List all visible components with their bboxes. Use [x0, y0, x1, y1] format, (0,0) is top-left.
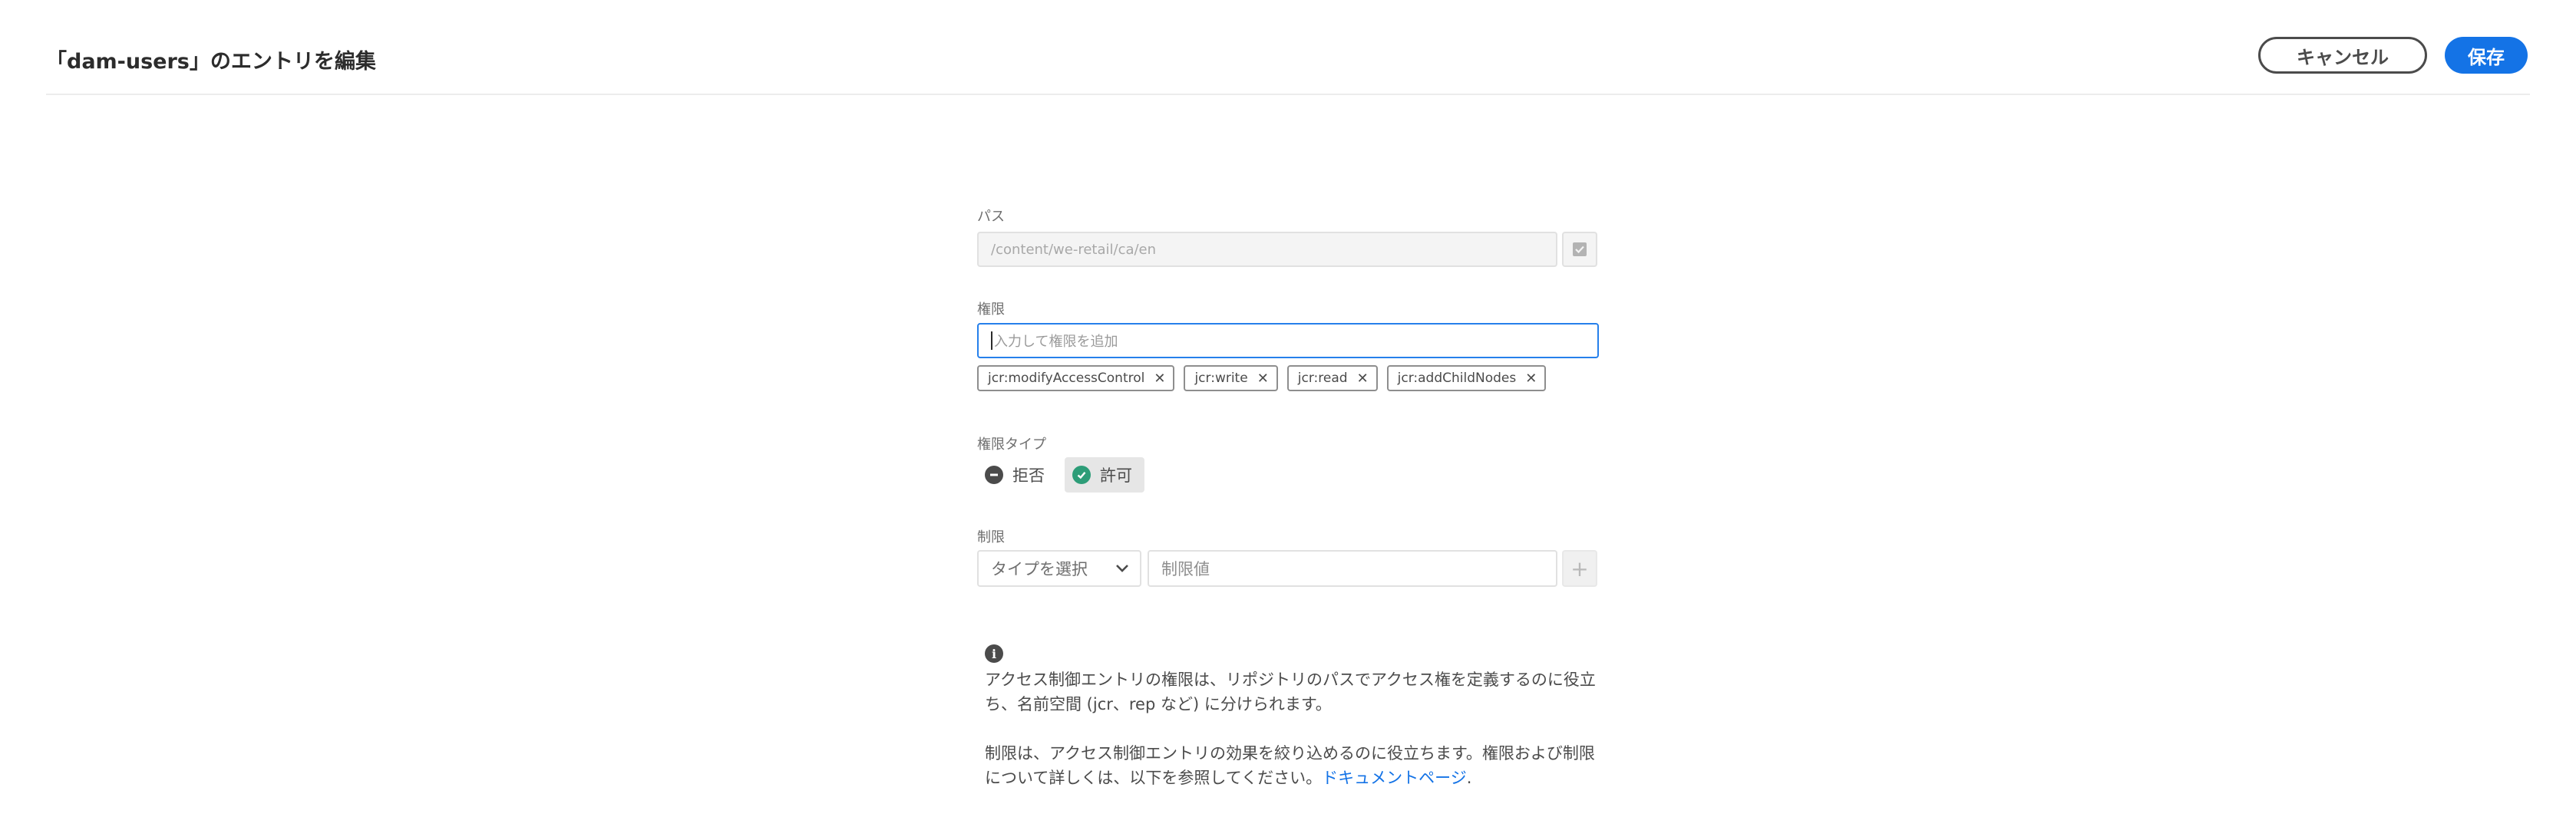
remove-tag-icon[interactable]: ✕: [1154, 371, 1165, 387]
restrictions-label: 制限: [977, 529, 1005, 545]
path-picker-button: [1562, 232, 1597, 267]
info-restrictions-text: 制限は、アクセス制御エントリの効果を絞り込めるのに役立ちます。権限および制限につ…: [985, 744, 1595, 787]
privilege-tag-list: jcr:modifyAccessControl ✕ jcr:write ✕ jc…: [977, 365, 1547, 391]
restriction-type-select[interactable]: タイプを選択: [977, 550, 1141, 587]
permission-type-label: 権限タイプ: [977, 437, 1046, 453]
save-button[interactable]: 保存: [2445, 37, 2528, 74]
restriction-value-placeholder: 制限値: [1161, 560, 1210, 578]
documentation-link[interactable]: ドキュメントページ: [1322, 769, 1467, 787]
privileges-label: 権限: [977, 301, 1005, 318]
privilege-tag: jcr:write ✕: [1184, 365, 1278, 391]
restriction-value-input[interactable]: 制限値: [1148, 550, 1557, 587]
privilege-tag: jcr:modifyAccessControl ✕: [977, 365, 1175, 391]
minus-circle-icon: [985, 466, 1003, 484]
privileges-input[interactable]: 入力して権限を追加: [977, 323, 1599, 358]
remove-tag-icon[interactable]: ✕: [1257, 371, 1269, 387]
permission-type-group: 拒否 許可: [977, 457, 1144, 493]
deny-label: 拒否: [1012, 466, 1045, 485]
privilege-tag-label: jcr:read: [1297, 371, 1348, 386]
remove-tag-icon[interactable]: ✕: [1525, 371, 1537, 387]
page-title: 「dam-users」のエントリを編集: [46, 50, 376, 74]
restriction-type-value: タイプを選択: [991, 560, 1088, 578]
checkbox-icon: [1573, 242, 1587, 256]
cancel-button[interactable]: キャンセル: [2258, 37, 2427, 74]
privilege-tag: jcr:addChildNodes ✕: [1386, 365, 1547, 391]
add-restriction-button[interactable]: +: [1562, 550, 1597, 587]
privilege-tag-label: jcr:write: [1194, 371, 1248, 386]
privileges-placeholder: 入力して権限を追加: [994, 334, 1118, 350]
privilege-tag-label: jcr:addChildNodes: [1397, 371, 1517, 386]
info-icon: i: [985, 644, 1003, 663]
allow-label: 許可: [1100, 466, 1132, 485]
privilege-tag: jcr:read ✕: [1286, 365, 1378, 391]
path-field: /content/we-retail/ca/en: [977, 232, 1557, 267]
text-caret: [991, 331, 992, 350]
info-paragraph-privileges: アクセス制御エントリの権限は、リポジトリのパスでアクセス権を定義するのに役立ち、…: [985, 670, 1596, 713]
check-circle-icon: [1072, 466, 1091, 484]
remove-tag-icon[interactable]: ✕: [1357, 371, 1369, 387]
privilege-tag-label: jcr:modifyAccessControl: [988, 371, 1145, 386]
info-paragraph-restrictions: 制限は、アクセス制御エントリの効果を絞り込めるのに役立ちます。権限および制限につ…: [985, 741, 1599, 790]
deny-option[interactable]: 拒否: [977, 457, 1057, 493]
link-suffix: .: [1466, 769, 1472, 787]
allow-option[interactable]: 許可: [1065, 457, 1144, 493]
chevron-down-icon: [1116, 565, 1128, 572]
page-header: 「dam-users」のエントリを編集: [46, 0, 2530, 95]
path-label: パス: [977, 209, 1005, 225]
